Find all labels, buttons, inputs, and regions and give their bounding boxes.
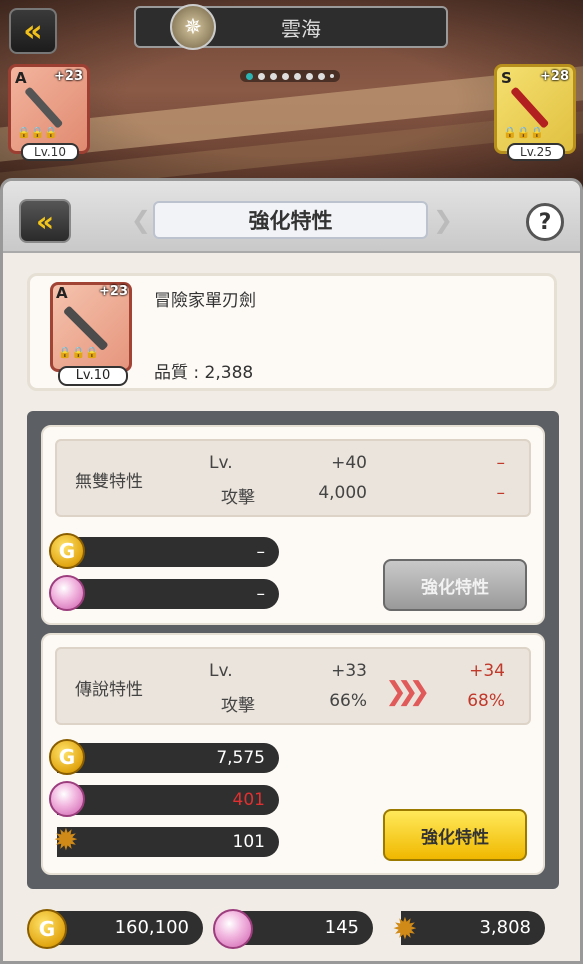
gold-cost: – — [57, 537, 279, 567]
weapon-level: Lv.10 — [21, 143, 79, 161]
item-name: 冒險家單刃劍 — [154, 291, 256, 311]
orb-icon — [49, 781, 85, 817]
weapon-level: Lv.25 — [507, 143, 565, 161]
location-title: 雲海 — [281, 16, 321, 41]
trait-name: 無雙特性 — [75, 472, 143, 492]
item-summary: A +23 🔒🔒🔒 Lv.10 冒險家單刃劍 品質 : 2,388 — [27, 273, 557, 391]
weapon-grade: A — [15, 69, 27, 87]
current-attack: 4,000 — [318, 483, 367, 503]
back-icon: « — [35, 204, 54, 238]
back-icon: « — [23, 13, 43, 49]
background-scene: « ✵ 雲海 A +23 🔒🔒🔒 Lv.10 S +28 🔒🔒🔒 Lv.25 — [0, 0, 583, 200]
item-grade: A — [56, 284, 68, 302]
next-attack: – — [496, 483, 506, 503]
current-lv: +33 — [331, 661, 367, 681]
gold-coin-icon: G — [49, 739, 85, 775]
next-lv: +34 — [469, 661, 505, 681]
gold-cost: 7,575 — [57, 743, 279, 773]
enhance-panel: « ❮ 強化特性 ❯ ? A +23 🔒🔒🔒 Lv.10 冒險家單刃劍 品質 :… — [0, 178, 583, 964]
ornament-left-icon: ❮ — [130, 206, 151, 234]
lock-icon: 🔒🔒🔒 — [17, 126, 59, 139]
medal-cost: 101 — [57, 827, 279, 857]
page-dot — [306, 72, 313, 80]
orb-icon — [213, 909, 253, 949]
trait-section-legendary: 傳說特性 Lv. 攻擊 +33 66% ❯❯❯ +34 68% 7,575 G … — [41, 633, 545, 875]
weapon-grade: S — [501, 69, 512, 87]
next-attack: 68% — [467, 691, 505, 711]
current-lv: +40 — [331, 453, 367, 473]
orb-icon — [49, 575, 85, 611]
weapon-card-right[interactable]: S +28 🔒🔒🔒 Lv.25 — [494, 64, 576, 161]
medal-icon: ✹ — [392, 911, 418, 947]
trait-stats: 無雙特性 Lv. 攻擊 +40 4,000 – – — [55, 439, 531, 517]
page-dot — [246, 72, 253, 80]
sword-icon — [510, 86, 550, 129]
next-lv: – — [496, 453, 506, 473]
gold-coin-icon: G — [49, 533, 85, 569]
page-dot — [294, 72, 301, 80]
wallet-bar: 160,100 G 145 3,808 ✹ — [3, 901, 580, 957]
sword-icon — [24, 86, 64, 129]
trait-name: 傳說特性 — [75, 680, 143, 700]
panel-header: « ❮ 強化特性 ❯ ? — [3, 181, 580, 253]
lv-label: Lv. — [209, 453, 233, 473]
lock-icon: 🔒🔒🔒 — [58, 346, 100, 359]
weapon-plus: +23 — [54, 69, 83, 84]
item-icon[interactable]: A +23 🔒🔒🔒 Lv.10 — [50, 282, 136, 386]
item-plus: +23 — [99, 284, 128, 299]
page-dot — [258, 72, 265, 80]
gold-coin-icon: G — [27, 909, 67, 949]
weapon-card-left[interactable]: A +23 🔒🔒🔒 Lv.10 — [8, 64, 90, 161]
page-dot — [318, 72, 325, 80]
back-button[interactable]: « — [19, 199, 71, 243]
trait-stats: 傳說特性 Lv. 攻擊 +33 66% ❯❯❯ +34 68% — [55, 647, 531, 725]
page-dot — [330, 74, 334, 78]
top-back-button[interactable]: « — [9, 8, 57, 54]
item-quality: 品質 : 2,388 — [154, 363, 254, 383]
orb-cost: 401 — [57, 785, 279, 815]
current-attack: 66% — [329, 691, 367, 711]
lv-label: Lv. — [209, 661, 233, 681]
enhance-trait-button-disabled[interactable]: 強化特性 — [383, 559, 527, 611]
ornament-right-icon: ❯ — [433, 206, 454, 234]
traits-area: 無雙特性 Lv. 攻擊 +40 4,000 – – – G – 強化特性 傳說特… — [27, 411, 559, 889]
enhance-trait-button[interactable]: 強化特性 — [383, 809, 527, 861]
page-dot — [270, 72, 277, 80]
attack-label: 攻擊 — [221, 488, 255, 508]
panel-title: 強化特性 — [153, 201, 428, 239]
help-button[interactable]: ? — [526, 203, 564, 241]
lock-icon: 🔒🔒🔒 — [503, 126, 545, 139]
trait-section-unrivaled: 無雙特性 Lv. 攻擊 +40 4,000 – – – G – 強化特性 — [41, 425, 545, 625]
page-dot — [282, 72, 289, 80]
wallet-gold: 160,100 — [43, 911, 203, 945]
location-banner: ✵ 雲海 — [134, 4, 448, 50]
wheel-emblem-icon: ✵ — [170, 4, 216, 50]
weapon-plus: +28 — [540, 69, 569, 84]
item-level: Lv.10 — [58, 366, 128, 386]
page-indicator — [240, 70, 340, 82]
arrows-icon: ❯❯❯ — [385, 677, 430, 707]
medal-icon: ✹ — [53, 822, 79, 858]
attack-label: 攻擊 — [221, 696, 255, 716]
orb-cost: – — [57, 579, 279, 609]
